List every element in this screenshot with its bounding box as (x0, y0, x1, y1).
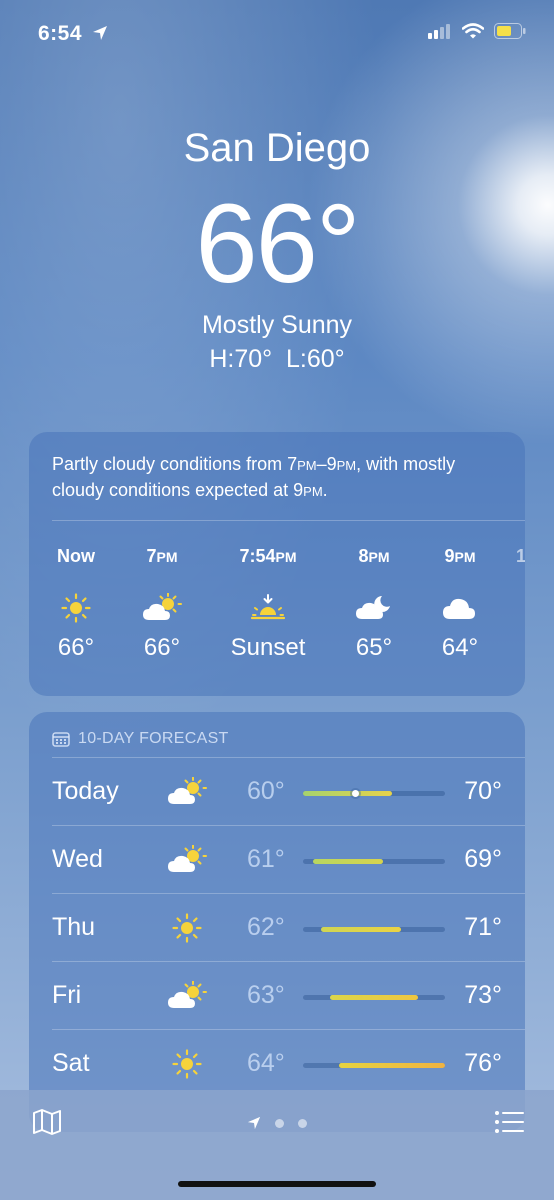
partly-cloudy-icon (165, 978, 209, 1014)
low-temp: 60° (247, 777, 285, 805)
hourly-forecast-card[interactable]: Partly cloudy conditions from 7PM–9PM, w… (29, 432, 525, 696)
temp-range-bar (303, 1063, 445, 1068)
temp-range-fill (303, 791, 393, 796)
low-temp: 61° (247, 845, 285, 873)
forecast-row[interactable]: Thu 62° 71° (29, 894, 525, 962)
temp-range-fill (338, 1063, 445, 1068)
summary-text: PM (303, 484, 323, 499)
sun-icon (31, 588, 121, 628)
forecast-row[interactable]: Fri 63° 73° (29, 962, 525, 1030)
day-name: Wed (52, 845, 103, 873)
sunset-icon (219, 588, 317, 628)
low-temp: 62° (247, 913, 285, 941)
ten-day-forecast-card[interactable]: 10-DAY FORECAST Today 60° 70° Wed 61° 69… (29, 712, 525, 1132)
hourly-summary: Partly cloudy conditions from 7PM–9PM, w… (52, 452, 502, 504)
hour-time: 1 (515, 546, 525, 566)
day-name: Thu (52, 913, 96, 941)
city-name: San Diego (183, 126, 371, 170)
high-low-text: H:70° L:60° (209, 345, 345, 373)
wifi-icon (462, 23, 484, 39)
sun-icon (165, 1046, 209, 1082)
temp-range-bar (303, 927, 445, 932)
hour-item[interactable]: 9PM 64° (415, 544, 505, 662)
card-divider (52, 520, 525, 521)
high-temp: 70° (464, 777, 502, 805)
hour-temp: 64° (441, 634, 479, 661)
page-dot[interactable] (298, 1118, 307, 1128)
hour-time: 7:54PM (239, 546, 297, 566)
location-page-icon[interactable] (247, 1116, 261, 1130)
hour-temp: 66° (143, 634, 181, 661)
temp-range-bar (303, 790, 445, 797)
forecast-header-label: 10-DAY FORECAST (78, 730, 229, 747)
low-temp: 63° (247, 981, 285, 1009)
day-name: Sat (52, 1049, 90, 1077)
summary-text: Partly cloudy conditions from 7 (52, 454, 298, 474)
cloud-icon (415, 588, 505, 628)
hourly-scroll-row[interactable]: Now 66° 7PM 66° 7:54PM Sunset 8PM 65° 9P… (29, 544, 525, 684)
location-arrow-icon (93, 26, 107, 40)
summary-text: PM (336, 458, 357, 473)
hour-temp: 65° (355, 634, 393, 661)
current-temp-dot (352, 790, 360, 797)
hour-item[interactable]: 7PM 66° (117, 544, 207, 662)
cellular-signal-icon (428, 24, 450, 39)
hour-time: 7PM (146, 546, 178, 566)
day-name: Today (52, 777, 119, 805)
high-temp: 76° (464, 1049, 502, 1077)
hour-item[interactable]: Now 66° (31, 544, 121, 662)
forecast-row[interactable]: Sat 64° 76° (29, 1030, 525, 1098)
forecast-header: 10-DAY FORECAST (52, 730, 229, 748)
partly-cloudy-icon (165, 774, 209, 810)
forecast-row[interactable]: Today 60° 70° (29, 758, 525, 826)
partly-cloudy-icon (165, 842, 209, 878)
cloudy-night-icon (329, 588, 419, 628)
high-temp: 69° (464, 845, 502, 873)
sun-icon (165, 910, 209, 946)
partly-cloudy-icon (117, 588, 207, 628)
condition-text: Mostly Sunny (201, 311, 353, 339)
current-weather: San Diego 66° Mostly Sunny H:70° L:60° (0, 120, 554, 376)
day-name: Fri (52, 981, 82, 1009)
hour-time: 9PM (444, 546, 476, 566)
high-temp: 71° (464, 913, 502, 941)
hour-temp: 66° (57, 634, 95, 661)
page-indicator[interactable] (0, 1116, 554, 1130)
page-dot[interactable] (275, 1118, 284, 1128)
temp-range-bar (303, 995, 445, 1000)
low-temp: 64° (247, 1049, 285, 1077)
summary-text: PM (297, 458, 317, 473)
list-icon[interactable] (494, 1110, 524, 1134)
hour-item[interactable]: 8PM 65° (329, 544, 419, 662)
high-temp: 73° (464, 981, 502, 1009)
temp-range-fill (312, 859, 383, 864)
status-bar: 6:54 (0, 0, 554, 70)
status-indicators (428, 23, 526, 39)
summary-text: . (322, 480, 328, 500)
temp-range-fill (329, 995, 418, 1000)
status-time: 6:54 (38, 22, 83, 45)
hour-time: Now (57, 546, 95, 566)
temp-range-bar (303, 859, 445, 864)
forecast-row[interactable]: Wed 61° 69° (29, 826, 525, 894)
battery-icon (494, 23, 526, 39)
hour-time: 8PM (358, 546, 390, 566)
current-temperature: 66° (195, 181, 360, 306)
summary-text: –9 (316, 454, 337, 474)
hour-item-partial[interactable]: 1 (501, 544, 525, 568)
hour-temp: Sunset (230, 634, 306, 661)
home-indicator[interactable] (178, 1181, 376, 1187)
calendar-icon (52, 732, 70, 747)
temp-range-fill (321, 927, 401, 932)
hour-item[interactable]: 7:54PM Sunset (219, 544, 317, 662)
